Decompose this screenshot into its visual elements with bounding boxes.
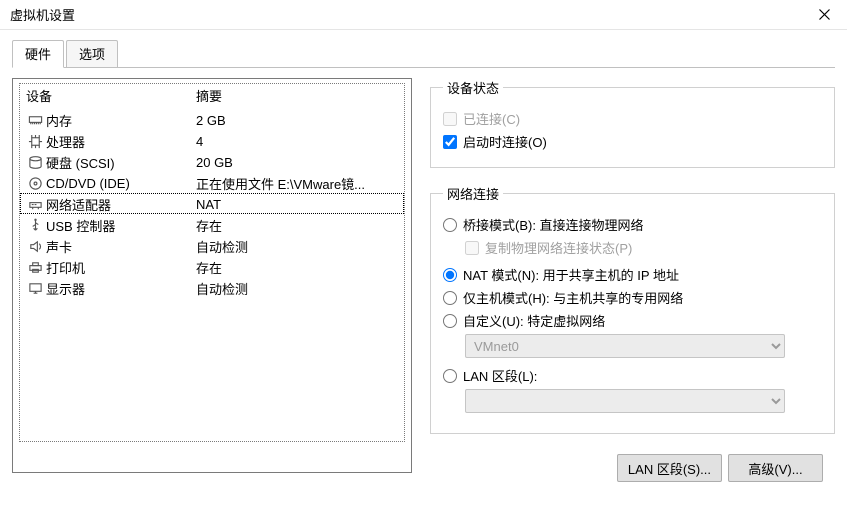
device-row[interactable]: 硬盘 (SCSI)20 GB xyxy=(20,151,404,172)
radio-lanseg-row[interactable]: LAN 区段(L): xyxy=(443,366,822,385)
device-name: 处理器 xyxy=(46,132,196,151)
device-row[interactable]: 打印机存在 xyxy=(20,256,404,277)
window-title: 虚拟机设置 xyxy=(10,5,75,24)
radio-bridged[interactable] xyxy=(443,218,457,232)
titlebar: 虚拟机设置 xyxy=(0,0,847,30)
device-name: USB 控制器 xyxy=(46,216,196,235)
usb-icon xyxy=(26,217,44,233)
radio-lanseg[interactable] xyxy=(443,369,457,383)
radio-custom[interactable] xyxy=(443,314,457,328)
device-name: 硬盘 (SCSI) xyxy=(46,153,196,172)
custom-vnet-select: VMnet0 xyxy=(465,334,785,358)
lan-segments-button[interactable]: LAN 区段(S)... xyxy=(617,454,722,482)
device-status-legend: 设备状态 xyxy=(443,78,503,97)
col-device: 设备 xyxy=(26,86,196,105)
network-icon xyxy=(26,196,44,212)
device-summary: 自动检测 xyxy=(196,237,398,256)
device-name: CD/DVD (IDE) xyxy=(46,176,196,191)
printer-icon xyxy=(26,259,44,275)
radio-bridged-label: 桥接模式(B): 直接连接物理网络 xyxy=(463,215,644,234)
radio-custom-row[interactable]: 自定义(U): 特定虚拟网络 xyxy=(443,311,822,330)
memory-icon xyxy=(26,112,44,128)
device-summary: 存在 xyxy=(196,258,398,277)
cpu-icon xyxy=(26,133,44,149)
device-row[interactable]: 处理器4 xyxy=(20,130,404,151)
device-name: 声卡 xyxy=(46,237,196,256)
device-summary: 自动检测 xyxy=(196,279,398,298)
device-row[interactable]: 网络适配器NAT xyxy=(20,193,404,214)
radio-custom-label: 自定义(U): 特定虚拟网络 xyxy=(463,311,605,330)
connect-poweron-checkbox-row[interactable]: 启动时连接(O) xyxy=(443,132,822,151)
display-icon xyxy=(26,280,44,296)
advanced-button[interactable]: 高级(V)... xyxy=(728,454,823,482)
replicate-label: 复制物理网络连接状态(P) xyxy=(485,238,632,257)
radio-nat[interactable] xyxy=(443,268,457,282)
radio-bridged-row[interactable]: 桥接模式(B): 直接连接物理网络 xyxy=(443,215,822,234)
device-name: 打印机 xyxy=(46,258,196,277)
radio-hostonly[interactable] xyxy=(443,291,457,305)
close-icon xyxy=(819,9,830,20)
connected-label: 已连接(C) xyxy=(463,109,520,128)
network-connection-group: 网络连接 桥接模式(B): 直接连接物理网络 复制物理网络连接状态(P) NAT… xyxy=(430,184,835,434)
device-name: 显示器 xyxy=(46,279,196,298)
network-connection-legend: 网络连接 xyxy=(443,184,503,203)
connected-checkbox-row: 已连接(C) xyxy=(443,109,822,128)
tab-hardware[interactable]: 硬件 xyxy=(12,40,64,68)
device-row[interactable]: 显示器自动检测 xyxy=(20,277,404,298)
disk-icon xyxy=(26,154,44,170)
radio-lanseg-label: LAN 区段(L): xyxy=(463,366,537,385)
tab-options[interactable]: 选项 xyxy=(66,40,118,68)
device-row[interactable]: 声卡自动检测 xyxy=(20,235,404,256)
sound-icon xyxy=(26,238,44,254)
connect-poweron-label: 启动时连接(O) xyxy=(463,132,547,151)
device-row[interactable]: 内存2 GB xyxy=(20,109,404,130)
replicate-checkbox xyxy=(465,241,479,255)
device-row[interactable]: USB 控制器存在 xyxy=(20,214,404,235)
cd-icon xyxy=(26,175,44,191)
device-summary: 2 GB xyxy=(196,113,398,128)
connected-checkbox xyxy=(443,112,457,126)
col-summary: 摘要 xyxy=(196,86,222,105)
device-summary: 4 xyxy=(196,134,398,149)
device-summary: 20 GB xyxy=(196,155,398,170)
radio-nat-label: NAT 模式(N): 用于共享主机的 IP 地址 xyxy=(463,265,679,284)
device-row[interactable]: CD/DVD (IDE)正在使用文件 E:\VMware镜... xyxy=(20,172,404,193)
connect-poweron-checkbox[interactable] xyxy=(443,135,457,149)
radio-nat-row[interactable]: NAT 模式(N): 用于共享主机的 IP 地址 xyxy=(443,265,822,284)
lanseg-select xyxy=(465,389,785,413)
button-row: LAN 区段(S)... 高级(V)... xyxy=(430,454,835,482)
device-summary: 存在 xyxy=(196,216,398,235)
device-summary: 正在使用文件 E:\VMware镜... xyxy=(196,174,398,193)
device-name: 内存 xyxy=(46,111,196,130)
close-button[interactable] xyxy=(802,0,847,30)
radio-hostonly-row[interactable]: 仅主机模式(H): 与主机共享的专用网络 xyxy=(443,288,822,307)
tabs: 硬件 选项 xyxy=(0,30,847,68)
device-status-group: 设备状态 已连接(C) 启动时连接(O) xyxy=(430,78,835,168)
device-list-header: 设备 摘要 xyxy=(20,84,404,109)
device-summary: NAT xyxy=(196,197,398,212)
device-list-panel: 设备 摘要 内存2 GB处理器4硬盘 (SCSI)20 GBCD/DVD (ID… xyxy=(12,78,412,473)
replicate-checkbox-row: 复制物理网络连接状态(P) xyxy=(465,238,822,257)
radio-hostonly-label: 仅主机模式(H): 与主机共享的专用网络 xyxy=(463,288,683,307)
device-name: 网络适配器 xyxy=(46,195,196,214)
